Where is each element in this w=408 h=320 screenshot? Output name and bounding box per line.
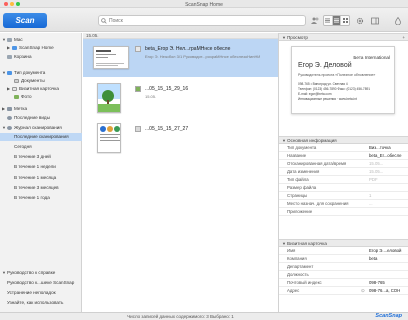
document-type-icon	[135, 126, 141, 132]
sidebar-item-1-year[interactable]: В течение 1 года	[0, 194, 82, 202]
sidebar-item-3-days[interactable]: В течение 3 дней	[0, 153, 82, 161]
prop-row: Должность	[279, 271, 408, 279]
sidebar-item-scan-history[interactable]: ▼ Журнал сканирования	[0, 124, 82, 132]
document-item[interactable]: beta_Егор Э. Нел...граМНнсе обесле Егор …	[83, 39, 278, 77]
help-link-scansnap-guide[interactable]: Руководство к...шеке ScanSnap	[0, 279, 82, 287]
sidebar-item-recent-scans[interactable]: Последние сканирования	[0, 133, 82, 141]
photo-thumbnail	[97, 83, 121, 113]
sidebar-item-recent-views[interactable]: Последние виды	[0, 114, 82, 122]
prop-row: Адрес ⊙ 098-76...а, СОН	[279, 287, 408, 295]
sidebar-item-mac[interactable]: ▼ Мас	[0, 36, 82, 44]
search-box[interactable]	[98, 15, 306, 26]
search-icon	[101, 18, 107, 24]
card-info-header[interactable]: ▼Визитная карточка	[279, 239, 408, 247]
add-icon[interactable]: +	[402, 34, 405, 41]
prop-row: Компания beta	[279, 255, 408, 263]
thumbnail-view-icon[interactable]	[341, 16, 349, 25]
card-type-icon	[135, 46, 141, 52]
name-value[interactable]: Егор Э....еловой	[369, 247, 407, 255]
document-list: 15.05. beta_Егор Э. Нел...граМНнсе обесл…	[83, 33, 278, 312]
people-icon[interactable]	[311, 16, 320, 25]
prop-row: Страницы 1	[279, 192, 408, 200]
prop-row: Дата изменения 15.05...	[279, 168, 408, 176]
sidebar-item-scansnap-home[interactable]: ▶ ScanSnap Home	[0, 44, 82, 52]
sidebar-item-photo[interactable]: Фото	[0, 93, 82, 101]
window-title: ScanSnap Home	[185, 1, 223, 8]
document-item[interactable]: ...05_15_15_29_16 15.05.	[83, 79, 278, 117]
panel-toggle-icon[interactable]	[370, 16, 379, 25]
sidebar-item-1-month[interactable]: В течение 1 месяца	[0, 174, 82, 182]
basic-info-header[interactable]: ▼Основная информация	[279, 136, 408, 144]
sidebar-item-trash[interactable]: Корзина	[0, 53, 82, 61]
prop-row: Размер файла	[279, 184, 408, 192]
view-switcher	[323, 15, 350, 26]
location-pin-icon[interactable]: ⊙	[361, 287, 365, 295]
search-input[interactable]	[109, 16, 305, 25]
card-preview: Бета International Егор Э. Деловой Руков…	[291, 46, 395, 114]
prop-row: Тип документа Виз...точка	[279, 144, 408, 152]
settings-icon[interactable]	[355, 16, 364, 25]
prop-row: Имя Егор Э....еловой	[279, 247, 408, 255]
scansnap-logo: ScanSnap	[375, 313, 402, 319]
address-value[interactable]: 098-76...а, СОН	[369, 287, 407, 295]
sidebar-item-document-type[interactable]: ▼ Тип документа	[0, 69, 82, 77]
color-drop-icon[interactable]	[393, 16, 402, 25]
sidebar-item-documents[interactable]: Документы	[0, 77, 82, 85]
detail-view-icon[interactable]	[332, 16, 342, 25]
prop-row: Почтовый индекс 098-765	[279, 279, 408, 287]
document-item[interactable]: ...05_15_15_27_27	[83, 119, 278, 157]
document-thumbnail	[97, 123, 121, 153]
details-panel: ▼Просмотр + Бета International Егор Э. Д…	[278, 33, 408, 312]
document-type-value[interactable]: Виз...точка	[369, 144, 407, 152]
help-link-troubleshooting[interactable]: Устранение неполадок	[0, 289, 82, 297]
help-guide-header[interactable]: ▼Руководство к справке	[0, 269, 82, 277]
prop-row: Приложение	[279, 208, 408, 216]
photo-type-icon	[135, 86, 141, 92]
window-titlebar: ScanSnap Home	[0, 0, 408, 8]
prop-row: Департамент	[279, 263, 408, 271]
help-link-how-to-use[interactable]: Узнайте, как использовать	[0, 299, 82, 307]
prop-row: Тип файла PDF	[279, 176, 408, 184]
trash-icon	[7, 54, 12, 59]
tag-icon	[7, 107, 12, 111]
prop-row: Место назнач. для сохранения...	[279, 200, 408, 208]
sidebar-item-3-months[interactable]: В течение 3 месяцев	[0, 184, 82, 192]
postal-code-value[interactable]: 098-765	[369, 279, 407, 287]
clock-icon	[7, 115, 12, 120]
preview-header[interactable]: ▼Просмотр +	[279, 33, 408, 41]
status-bar: Число записей данных содержимого: 3 Выбр…	[0, 312, 408, 320]
sidebar: ▼ Мас ▶ ScanSnap Home Корзина ▼ Тип докумен…	[0, 33, 82, 312]
toolbar: Scan	[0, 8, 408, 32]
list-view-icon[interactable]	[324, 16, 333, 25]
company-value[interactable]: beta	[369, 255, 407, 263]
sidebar-item-1-week[interactable]: В течение 1 недели	[0, 163, 82, 171]
scan-button[interactable]: Scan	[3, 13, 47, 28]
sidebar-item-tag[interactable]: ▶ Метка	[0, 105, 82, 113]
card-thumbnail	[93, 46, 129, 69]
prop-row: Название beta_Eг...обесле	[279, 152, 408, 160]
status-text: Число записей данных содержимого: 3 Выбр…	[127, 314, 234, 319]
sidebar-item-business-card[interactable]: ▶ Визитная карточка	[0, 85, 82, 93]
title-value[interactable]: beta_Eг...обесле	[369, 152, 407, 160]
prop-row: Отсканированная дата/время 15.05...	[279, 160, 408, 168]
sidebar-item-today[interactable]: Сегодня	[0, 143, 82, 151]
clock-icon	[7, 126, 12, 130]
